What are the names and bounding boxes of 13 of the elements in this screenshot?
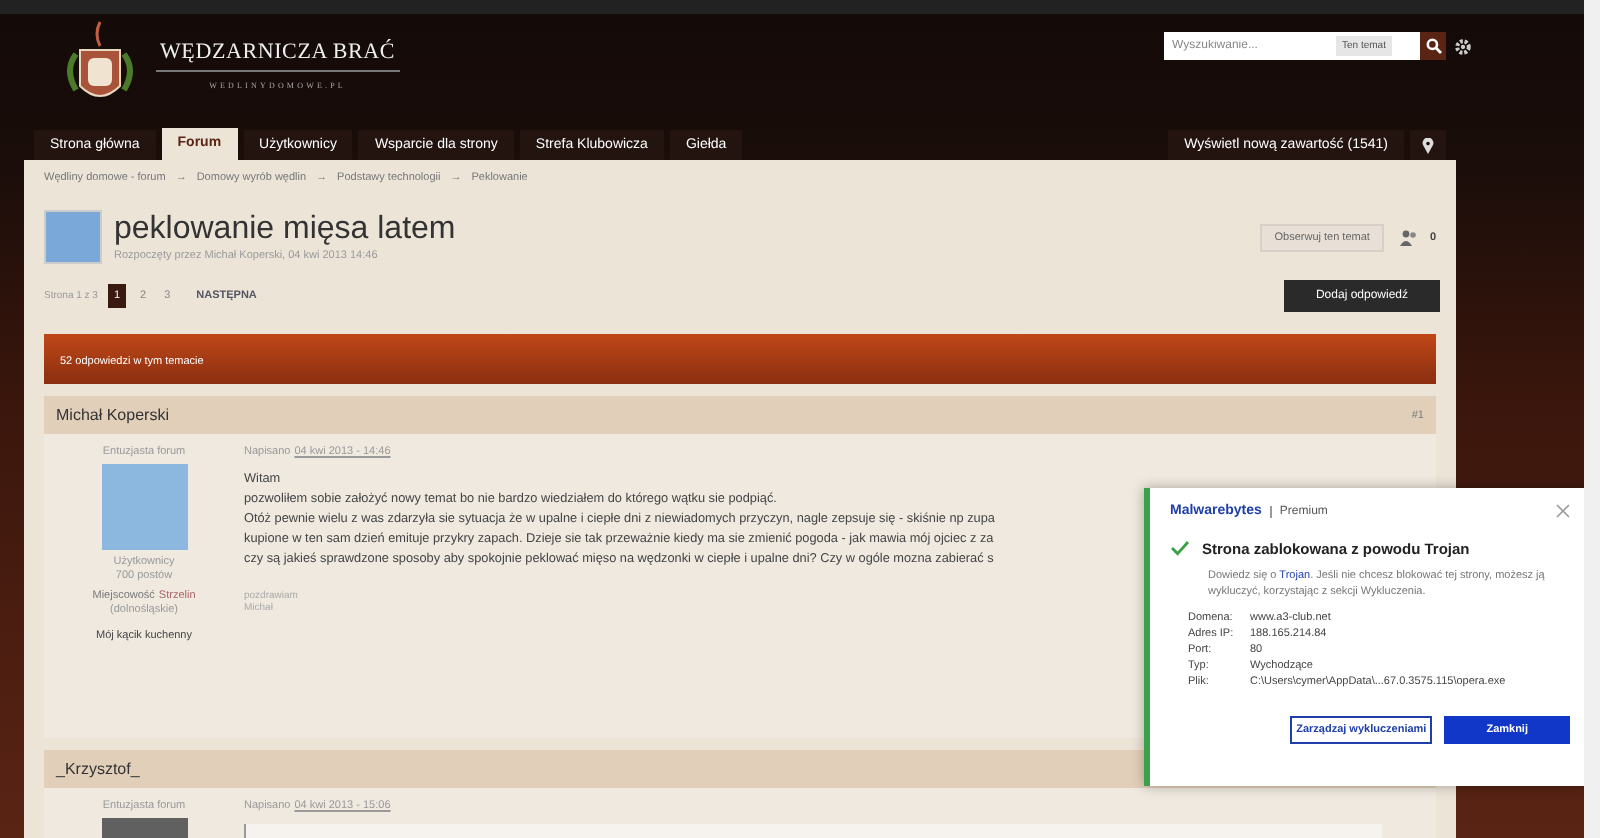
author-name[interactable]: Michał Koperski [56, 406, 169, 424]
people-icon [1399, 229, 1418, 245]
map-pin-icon[interactable] [1410, 130, 1446, 160]
avatar-photo [101, 464, 187, 550]
scrollbar[interactable] [1584, 0, 1600, 838]
close-icon[interactable] [1556, 504, 1570, 518]
topic-title: peklowanie mięsa latem [114, 212, 456, 248]
author-name[interactable]: _Krzysztof_ [56, 760, 140, 778]
settings-icon[interactable] [1454, 37, 1472, 55]
search-icon [1425, 38, 1441, 54]
avatar-photo [44, 210, 102, 264]
search-button[interactable] [1420, 32, 1446, 60]
site-title[interactable]: WĘDZARNICZA BRAĆ [156, 39, 400, 71]
